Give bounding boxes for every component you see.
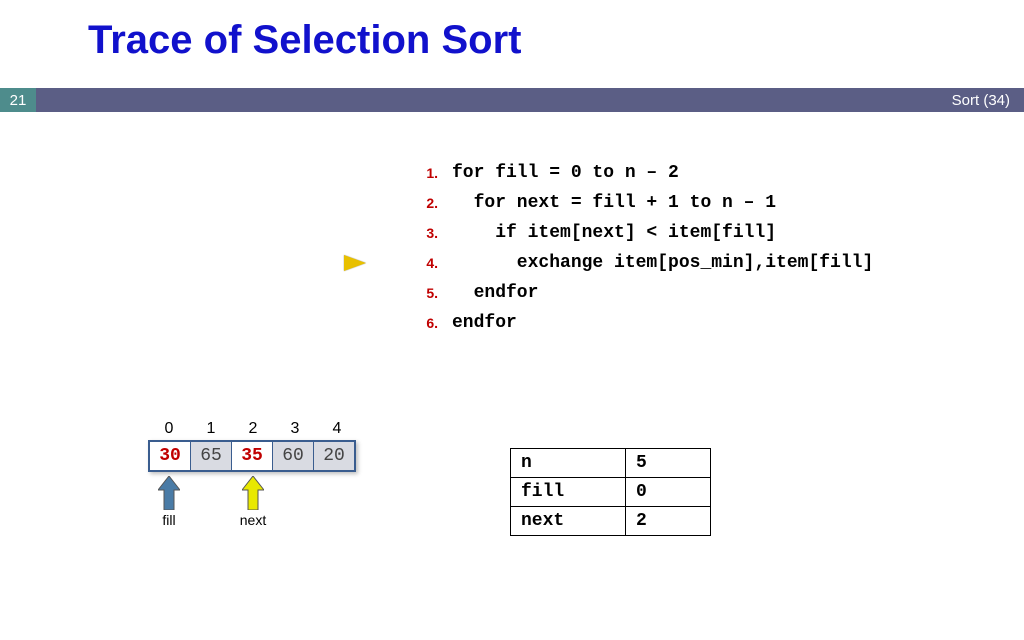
state-key: n [511,449,626,478]
code-line-text: if item[next] < item[fill] [452,218,776,248]
code-line-number: 4. [390,248,438,278]
array-index: 3 [274,420,316,438]
array-index: 4 [316,420,358,438]
state-value: 0 [626,478,711,507]
table-row: next2 [511,507,711,536]
pseudocode-block: 1.for fill = 0 to n – 22. for next = fil… [390,158,873,338]
array-cell: 65 [191,442,232,470]
code-line-number: 1. [390,158,438,188]
state-value: 5 [626,449,711,478]
code-line-number: 5. [390,278,438,308]
code-line: 2. for next = fill + 1 to n – 1 [390,188,873,218]
array-index: 0 [148,420,190,438]
slide-number-badge: 21 [0,88,36,112]
current-line-arrow-icon [344,255,366,271]
code-line-text: endfor [452,278,538,308]
header-bar: 21 Sort (34) [0,88,1024,112]
slide-title: Trace of Selection Sort [88,18,521,63]
code-line-text: exchange item[pos_min],item[fill] [452,248,873,278]
code-line-text: for fill = 0 to n – 2 [452,158,679,188]
array-index: 1 [190,420,232,438]
next-pointer: next [232,476,274,528]
code-line-number: 6. [390,308,438,338]
table-row: n5 [511,449,711,478]
array-visualization: 01234 3065356020 fillnext [148,420,358,536]
fill-pointer-label: fill [148,512,190,528]
array-cell: 30 [150,442,191,470]
state-key: next [511,507,626,536]
table-row: fill0 [511,478,711,507]
code-line-number: 3. [390,218,438,248]
bar-right-label: Sort (34) [952,92,1010,109]
code-line: 1. for fill = 0 to n – 2 [390,158,873,188]
code-line-text: endfor [452,308,517,338]
next-pointer-label: next [232,512,274,528]
code-line-number: 2. [390,188,438,218]
array-cell: 60 [273,442,314,470]
array-index: 2 [232,420,274,438]
up-arrow-icon [158,476,180,510]
array-cell: 35 [232,442,273,470]
code-line: 3. if item[next] < item[fill] [390,218,873,248]
array-cell-row: 3065356020 [148,440,356,472]
state-value: 2 [626,507,711,536]
code-line: 6. endfor [390,308,873,338]
array-pointer-row: fill next [148,476,358,536]
fill-pointer: fill [148,476,190,528]
state-table: n5fill0next2 [510,448,711,536]
code-line: 4. exchange item[pos_min],item[fill] [390,248,873,278]
up-arrow-icon [242,476,264,510]
code-line: 5. endfor [390,278,873,308]
code-line-text: for next = fill + 1 to n – 1 [452,188,776,218]
array-index-row: 01234 [148,420,358,440]
state-key: fill [511,478,626,507]
array-cell: 20 [314,442,354,470]
